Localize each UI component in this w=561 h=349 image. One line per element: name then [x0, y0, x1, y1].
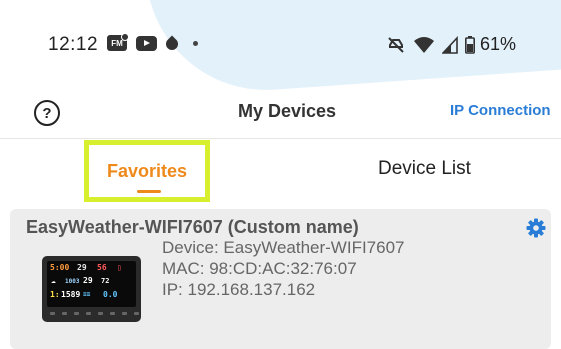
- status-left-icons: FM: [107, 33, 198, 53]
- mute-icon: [388, 36, 404, 53]
- tab-device-list[interactable]: Device List: [378, 158, 471, 180]
- battery-percentage: 61%: [480, 34, 517, 54]
- gear-icon: [526, 218, 546, 238]
- weather-station-buttons: [50, 312, 139, 315]
- youtube-icon: [136, 35, 157, 51]
- status-bar: 12:12 FM 61%: [0, 0, 561, 92]
- signal-icon: [442, 35, 458, 54]
- status-right-icons: 61%: [386, 34, 516, 55]
- app-header: ? My Devices IP Connection: [0, 92, 561, 138]
- battery-icon: [465, 35, 475, 54]
- tab-favorites-label: Favorites: [106, 161, 188, 181]
- ip-connection-button[interactable]: IP Connection: [450, 102, 551, 119]
- tab-bar: Favorites Device List: [0, 139, 561, 209]
- device-info: Device: EasyWeather-WIFI7607 MAC: 98:CD:…: [162, 237, 405, 300]
- wifi-icon: [414, 36, 434, 53]
- device-name: EasyWeather-WIFI7607 (Custom name): [26, 217, 359, 237]
- tab-favorites[interactable]: Favorites: [84, 140, 210, 202]
- active-tab-indicator: [137, 190, 161, 193]
- device-card[interactable]: EasyWeather-WIFI7607 (Custom name) 5:00 …: [10, 209, 551, 349]
- drop-icon: [163, 35, 181, 53]
- fm-radio-icon: FM: [107, 33, 129, 51]
- device-mac: MAC: 98:CD:AC:32:76:07: [162, 259, 357, 278]
- device-settings-button[interactable]: [526, 218, 546, 238]
- device-ip: IP: 192.168.137.162: [162, 280, 316, 299]
- help-icon: ?: [42, 104, 52, 122]
- status-time: 12:12: [48, 34, 99, 55]
- weather-station-screen: 5:00 29 56 ▯ ☁ 1003 29 72 1: 1589 ≡≡ 0.0: [47, 261, 136, 307]
- device-model: Device: EasyWeather-WIFI7607: [162, 238, 405, 257]
- dot-icon: [193, 40, 198, 46]
- weather-station-image: 5:00 29 56 ▯ ☁ 1003 29 72 1: 1589 ≡≡ 0.0: [42, 256, 141, 322]
- page-title: My Devices: [238, 101, 337, 121]
- help-button[interactable]: ?: [34, 100, 60, 126]
